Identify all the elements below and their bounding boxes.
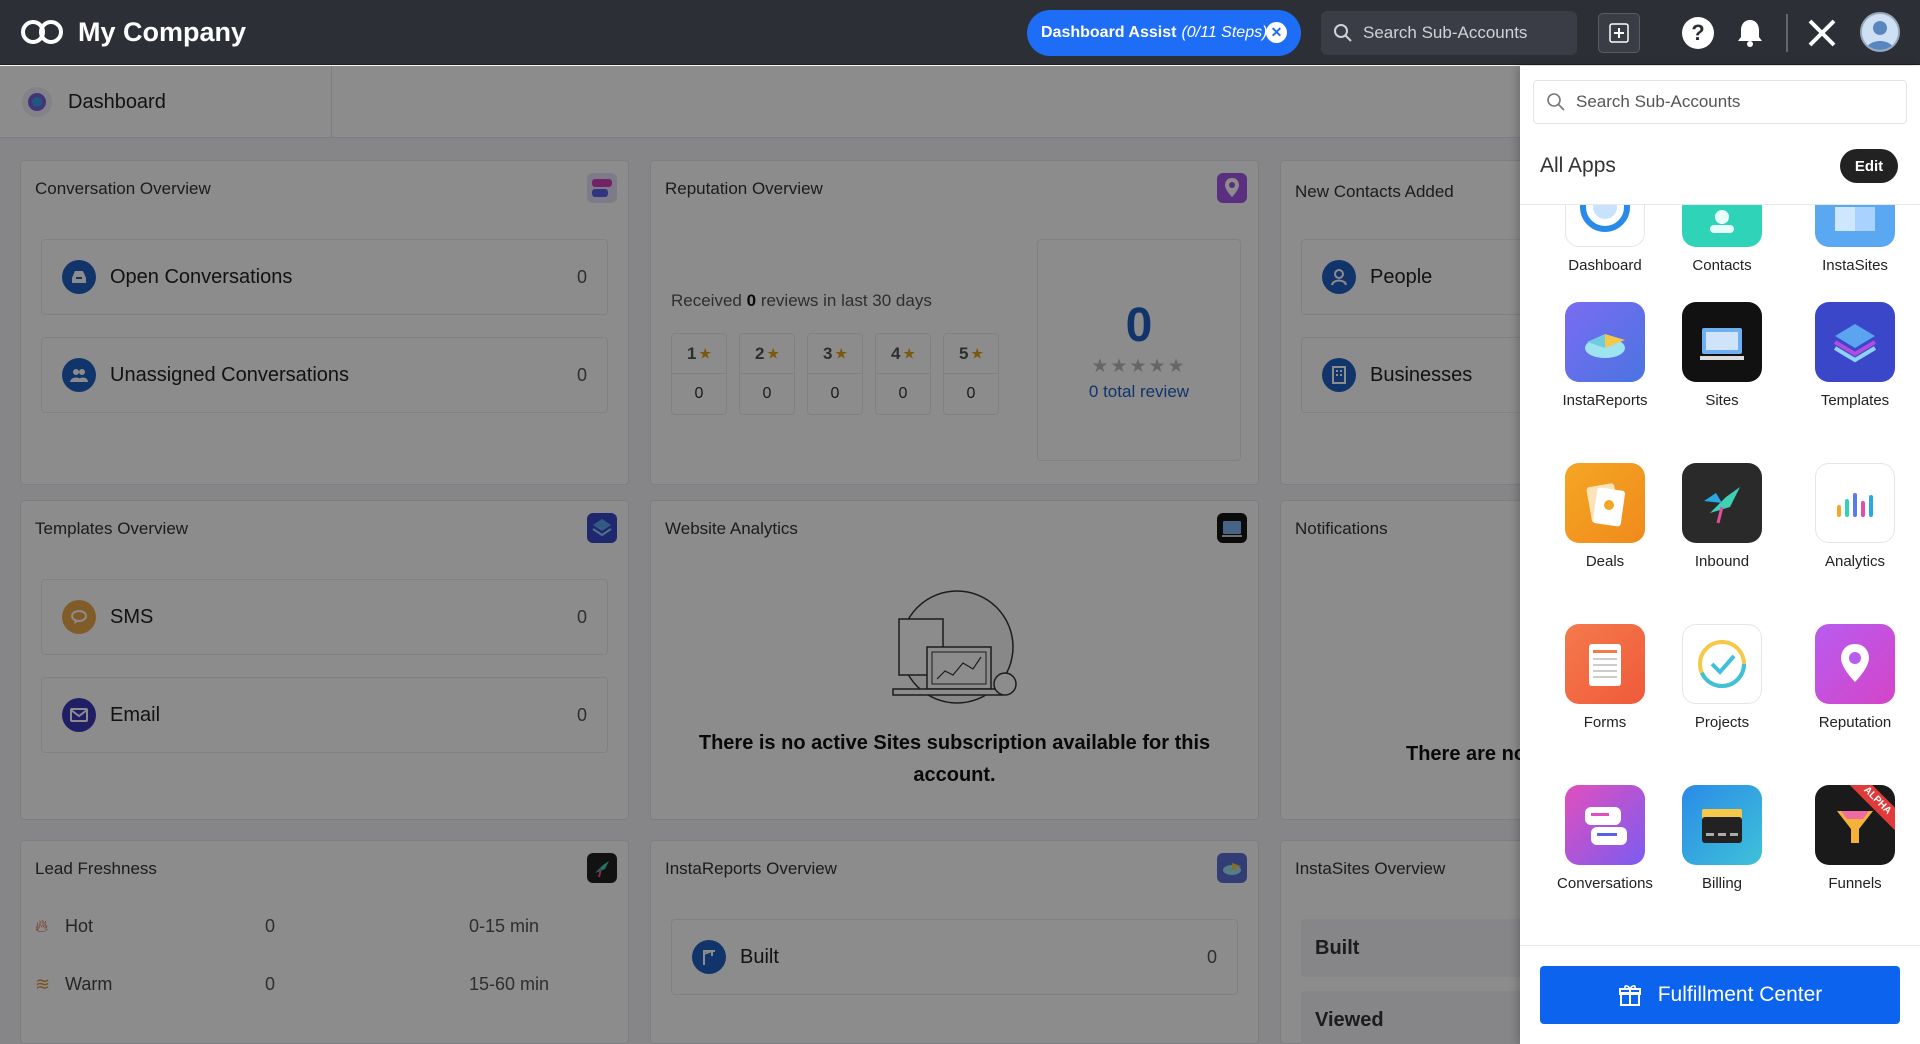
top-divider <box>1786 14 1788 52</box>
modal-overlay[interactable] <box>0 66 1520 1044</box>
fulfillment-center-label: Fulfillment Center <box>1657 983 1823 1006</box>
billing-app-icon <box>1682 785 1762 865</box>
search-icon <box>1547 93 1565 111</box>
app-contacts[interactable]: Contacts <box>1662 205 1782 274</box>
forms-app-icon <box>1565 624 1645 704</box>
app-dashboard[interactable]: Dashboard <box>1545 205 1665 274</box>
app-funnels[interactable]: ALPHA Funnels <box>1795 785 1915 892</box>
app-instasites[interactable]: InstaSites <box>1795 205 1915 274</box>
fulfillment-center-button[interactable]: Fulfillment Center <box>1540 966 1900 1024</box>
dashboard-assist-button[interactable]: Dashboard Assist (0/11 Steps) ✕ <box>1027 10 1301 56</box>
company-logo-icon <box>21 20 63 44</box>
deals-app-icon <box>1565 463 1645 543</box>
panel-search-input[interactable]: Search Sub-Accounts <box>1533 80 1907 124</box>
app-forms[interactable]: Forms <box>1545 624 1665 731</box>
app-templates[interactable]: Templates <box>1795 302 1915 409</box>
search-icon <box>1334 24 1352 42</box>
conversations-app-icon <box>1565 785 1645 865</box>
app-instareports[interactable]: InstaReports <box>1545 302 1665 409</box>
app-sites[interactable]: Sites <box>1662 302 1782 409</box>
all-apps-title: All Apps <box>1540 154 1616 177</box>
top-search-input[interactable]: Search Sub-Accounts <box>1321 11 1577 55</box>
svg-text:?: ? <box>1691 20 1704 45</box>
inbound-app-icon <box>1682 463 1762 543</box>
edit-button[interactable]: Edit <box>1840 149 1898 183</box>
user-avatar[interactable] <box>1860 12 1900 52</box>
add-button[interactable] <box>1598 13 1640 53</box>
assist-steps: (0/11 Steps) <box>1181 24 1268 41</box>
sites-app-icon <box>1682 302 1762 382</box>
instasites-app-icon <box>1815 205 1895 247</box>
gift-icon <box>1618 985 1641 1006</box>
app-billing[interactable]: Billing <box>1662 785 1782 892</box>
dashboard-app-icon <box>1565 205 1645 247</box>
company-logo[interactable]: My Company <box>20 17 246 48</box>
projects-app-icon <box>1682 624 1762 704</box>
reputation-app-icon <box>1815 624 1895 704</box>
app-analytics[interactable]: Analytics <box>1795 463 1915 570</box>
notifications-button[interactable] <box>1730 13 1770 53</box>
company-name: My Company <box>78 16 247 47</box>
app-conversations[interactable]: Conversations <box>1545 785 1665 892</box>
contacts-app-icon <box>1682 205 1762 247</box>
panel-footer: Fulfillment Center <box>1520 945 1920 1044</box>
funnels-app-icon: ALPHA <box>1815 785 1895 865</box>
panel-search-placeholder: Search Sub-Accounts <box>1576 92 1741 111</box>
bell-icon <box>1738 20 1762 47</box>
top-search-placeholder: Search Sub-Accounts <box>1363 23 1528 42</box>
top-bar: My Company Dashboard Assist (0/11 Steps)… <box>0 0 1920 65</box>
user-avatar-icon <box>1866 21 1894 50</box>
plus-icon <box>1609 23 1629 43</box>
app-inbound[interactable]: Inbound <box>1662 463 1782 570</box>
app-reputation[interactable]: Reputation <box>1795 624 1915 731</box>
apps-grid: Dashboard Contacts InstaSites InstaRepor… <box>1520 205 1920 945</box>
close-button[interactable] <box>1802 13 1842 53</box>
instareports-app-icon <box>1565 302 1645 382</box>
all-apps-panel: Search Sub-Accounts All Apps Edit Dashbo… <box>1520 66 1920 1044</box>
help-icon: ? <box>1682 17 1714 49</box>
close-icon <box>1808 19 1836 47</box>
close-assist-icon[interactable]: ✕ <box>1266 22 1287 43</box>
analytics-app-icon <box>1815 463 1895 543</box>
app-projects[interactable]: Projects <box>1662 624 1782 731</box>
assist-label: Dashboard Assist <box>1041 24 1177 41</box>
app-deals[interactable]: Deals <box>1545 463 1665 570</box>
templates-app-icon <box>1815 302 1895 382</box>
help-button[interactable]: ? <box>1678 13 1718 53</box>
